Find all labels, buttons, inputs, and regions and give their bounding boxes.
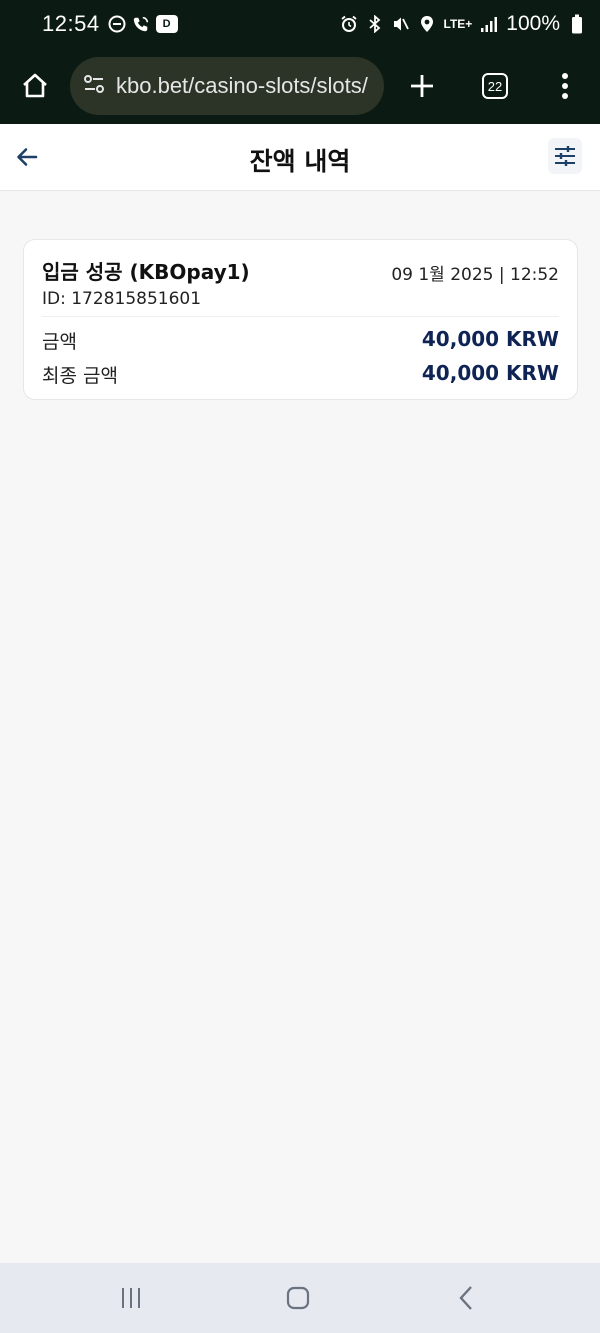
new-tab-button[interactable] xyxy=(384,48,460,124)
site-settings-icon[interactable] xyxy=(82,72,106,100)
status-right-icons: LTE+ 100% xyxy=(340,12,587,36)
transaction-id: ID: 172815851601 xyxy=(42,289,202,309)
home-icon xyxy=(23,73,47,98)
notification-app-icon: D xyxy=(155,15,178,33)
status-time: 12:54 xyxy=(42,11,100,36)
alarm-icon xyxy=(340,15,358,33)
mute-icon xyxy=(392,15,410,33)
status-bar: 12:54 D LTE+ 100% xyxy=(0,0,600,48)
back-nav-button[interactable] xyxy=(446,1283,486,1313)
chevron-left-icon xyxy=(459,1286,472,1310)
transaction-card[interactable]: 입금 성공 (KBOpay1) 09 1월 2025 | 12:52 ID: 1… xyxy=(23,239,578,400)
transaction-title: 입금 성공 (KBOpay1) xyxy=(42,260,250,284)
home-button[interactable] xyxy=(0,48,70,124)
home-nav-icon xyxy=(286,1286,310,1310)
filter-sliders-icon xyxy=(555,146,575,166)
wifi-call-icon xyxy=(132,15,150,33)
browser-menu-button[interactable] xyxy=(530,48,600,124)
recent-apps-icon xyxy=(122,1288,140,1308)
recent-apps-button[interactable] xyxy=(111,1283,151,1313)
home-nav-button[interactable] xyxy=(278,1283,318,1313)
page-title: 잔액 내역 xyxy=(249,147,351,176)
transaction-date: 09 1월 2025 | 12:52 xyxy=(391,265,559,285)
system-nav-bar xyxy=(0,1263,600,1333)
filter-button[interactable] xyxy=(548,138,582,174)
plus-icon xyxy=(411,75,433,97)
final-amount-value: 40,000 KRW xyxy=(421,361,559,385)
url-bar[interactable]: kbo.bet/casino-slots/slots/ xyxy=(70,57,384,115)
battery-percent: 100% xyxy=(506,12,560,35)
amount-label: 금액 xyxy=(42,331,77,353)
location-icon xyxy=(418,15,436,33)
do-not-disturb-icon xyxy=(108,15,126,33)
url-text: kbo.bet/casino-slots/slots/ xyxy=(116,73,368,98)
amount-value: 40,000 KRW xyxy=(421,327,559,351)
app-header: 잔액 내역 xyxy=(0,124,600,191)
tab-count: 22 xyxy=(482,73,508,99)
signal-icon xyxy=(480,15,498,33)
browser-toolbar: kbo.bet/casino-slots/slots/ 22 xyxy=(0,48,600,124)
more-vertical-icon xyxy=(562,73,568,99)
battery-icon xyxy=(568,14,586,34)
final-amount-label: 최종 금액 xyxy=(42,365,118,387)
network-type: LTE+ xyxy=(443,17,473,31)
bluetooth-icon xyxy=(366,15,384,33)
status-left-icons: D xyxy=(108,15,178,33)
tab-switcher-button[interactable]: 22 xyxy=(460,48,530,124)
card-divider xyxy=(42,316,559,317)
